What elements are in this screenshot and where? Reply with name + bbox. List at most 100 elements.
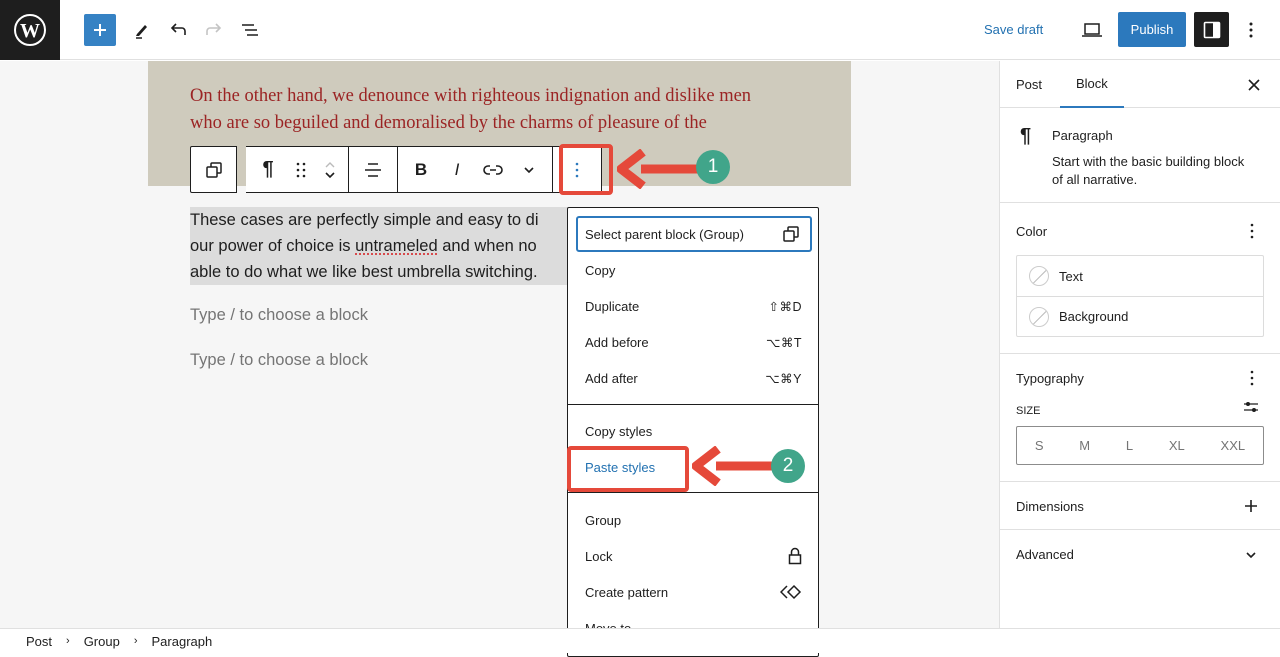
empty-swatch-icon [1029, 306, 1049, 327]
bold-button[interactable]: B [398, 147, 444, 192]
select-parent-icon [783, 226, 799, 242]
breadcrumb-item-group[interactable]: Group [84, 634, 120, 649]
typography-panel-title: Typography [1016, 371, 1084, 386]
breadcrumb-item-paragraph: Paragraph [151, 633, 213, 649]
menu-item-label: Duplicate [585, 298, 640, 314]
menu-item-label: Group [585, 512, 622, 528]
annotation-highlight-2 [567, 446, 689, 492]
menu-item-label: Lock [585, 548, 613, 564]
move-down-icon[interactable] [323, 170, 337, 180]
wordpress-icon: W [14, 14, 46, 46]
tab-block[interactable]: Block [1060, 61, 1124, 108]
annotation-badge-2: 2 [771, 449, 805, 483]
italic-button[interactable]: I [444, 147, 470, 192]
select-parent-button[interactable] [191, 147, 236, 192]
move-up-icon[interactable] [323, 160, 337, 170]
custom-size-button[interactable] [1243, 400, 1259, 419]
drag-icon [296, 162, 306, 177]
pencil-icon [136, 25, 147, 39]
more-vertical-icon [1249, 22, 1253, 38]
advanced-panel-title: Advanced [1016, 547, 1074, 562]
save-draft-button[interactable]: Save draft [984, 18, 1043, 42]
editor-top-bar: W Save draft Publish [0, 0, 1280, 60]
font-size-picker: S M L XL XXL [1016, 426, 1264, 465]
menu-item-copy[interactable]: Copy [576, 252, 812, 288]
block-card-title: Paragraph [1052, 128, 1113, 143]
menu-item-label: Create pattern [585, 584, 669, 600]
pattern-icon [780, 584, 802, 600]
undo-button[interactable] [162, 14, 194, 46]
undo-icon [170, 23, 186, 35]
close-icon [1248, 79, 1260, 91]
font-size-option[interactable]: L [1126, 438, 1133, 453]
empty-block-placeholder[interactable]: Type / to choose a block [190, 306, 368, 325]
add-block-button[interactable] [84, 14, 116, 46]
block-type-button[interactable]: ¶ [246, 147, 290, 192]
block-toolbar: ¶ B I [190, 146, 602, 193]
color-background-item[interactable]: Background [1017, 296, 1263, 336]
empty-block-placeholder[interactable]: Type / to choose a block [190, 351, 368, 370]
section-divider [1000, 202, 1280, 203]
close-sidebar-button[interactable] [1244, 75, 1264, 95]
paragraph-block-icon: ¶ [1020, 125, 1032, 147]
laptop-icon [1082, 23, 1102, 37]
font-size-option[interactable]: XL [1169, 438, 1185, 453]
tools-button[interactable] [126, 14, 158, 46]
group-paragraph-line: who are so beguiled and demoralised by t… [190, 113, 707, 133]
misspelled-word[interactable]: untrameled [355, 237, 438, 255]
chevron-right-icon: › [133, 635, 138, 647]
menu-item-group[interactable]: Group [576, 502, 812, 538]
description-line: Start with the basic building block [1052, 154, 1245, 169]
paragraph-line: These cases are perfectly simple and eas… [190, 211, 539, 229]
empty-swatch-icon [1029, 266, 1049, 286]
advanced-panel-toggle[interactable]: Advanced [1000, 530, 1280, 577]
document-overview-button[interactable] [234, 14, 266, 46]
color-text-item[interactable]: Text [1017, 256, 1263, 296]
annotation-highlight-1 [559, 144, 613, 195]
select-parent-icon [205, 161, 222, 178]
menu-item-label: Copy [585, 262, 616, 278]
group-paragraph[interactable]: On the other hand, we denounce with righ… [190, 83, 810, 137]
mover-controls [312, 147, 348, 192]
text-span: our power of choice is [190, 237, 356, 255]
menu-item-lock[interactable]: Lock [576, 538, 812, 574]
color-options-button[interactable] [1244, 221, 1260, 241]
block-card-description: Start with the basic building block of a… [1052, 153, 1244, 189]
menu-item-add-before[interactable]: Add before ⌥⌘T [576, 324, 812, 360]
chevron-right-icon: › [66, 635, 70, 647]
font-size-option[interactable]: M [1079, 438, 1090, 453]
preview-button[interactable] [1076, 14, 1108, 46]
typography-options-button[interactable] [1244, 368, 1260, 388]
section-divider [1000, 353, 1280, 354]
chevron-down-icon [524, 166, 534, 173]
drag-handle[interactable] [290, 147, 312, 192]
align-left-icon [365, 162, 381, 177]
publish-button[interactable]: Publish [1118, 12, 1186, 47]
more-rich-text-button[interactable] [516, 147, 542, 192]
selected-paragraph-block[interactable]: These cases are perfectly simple and eas… [190, 207, 570, 285]
options-button[interactable] [1236, 14, 1266, 46]
breadcrumb-item-post[interactable]: Post [26, 634, 52, 649]
redo-icon [206, 23, 222, 35]
plus-icon [94, 24, 106, 36]
settings-toggle-button[interactable] [1194, 12, 1229, 47]
shortcut-label: ⌥⌘T [765, 335, 802, 350]
font-size-option[interactable]: S [1035, 438, 1044, 453]
font-size-option[interactable]: XXL [1221, 438, 1246, 453]
align-button[interactable] [349, 147, 397, 192]
plus-icon [1245, 500, 1257, 512]
menu-item-add-after[interactable]: Add after ⌥⌘Y [576, 360, 812, 396]
menu-item-create-pattern[interactable]: Create pattern [576, 574, 812, 610]
shortcut-label: ⌥⌘Y [765, 371, 802, 386]
menu-item-select-parent[interactable]: Select parent block (Group) [576, 216, 812, 252]
settings-sidebar: Post Block ¶ Paragraph Start with the ba… [999, 61, 1280, 628]
link-button[interactable] [470, 147, 516, 192]
toolbar-group-align [349, 146, 398, 193]
wordpress-logo-button[interactable]: W [0, 0, 60, 60]
dimensions-panel-toggle[interactable]: Dimensions [1000, 482, 1280, 529]
tab-post[interactable]: Post [1016, 61, 1042, 108]
menu-item-copy-styles[interactable]: Copy styles [576, 413, 812, 449]
menu-item-duplicate[interactable]: Duplicate ⇧⌘D [576, 288, 812, 324]
sidebar-panel-icon [1203, 21, 1220, 38]
redo-button[interactable] [198, 14, 230, 46]
